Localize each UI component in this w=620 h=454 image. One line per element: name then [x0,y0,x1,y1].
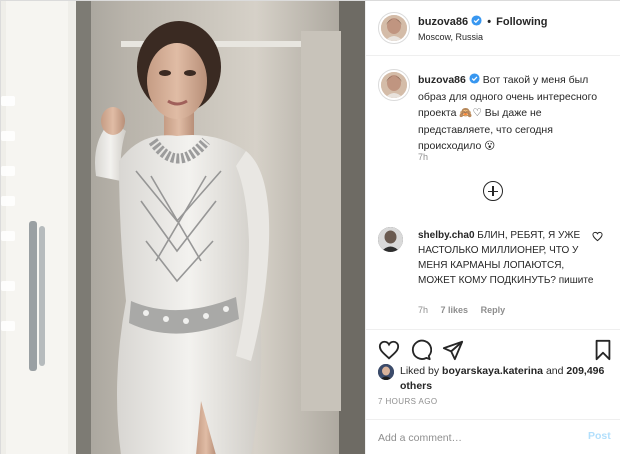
comment-username[interactable]: shelby.cha0 [418,230,475,241]
comment-icon[interactable] [410,339,433,361]
post-photo[interactable] [1,1,365,454]
paper-plane-icon[interactable] [442,339,464,361]
caption-avatar[interactable] [378,69,410,101]
verified-badge-icon [471,15,482,26]
post-image [1,1,365,454]
post-caption: buzova86 Вот такой у меня был образ для … [418,72,614,155]
post-header: buzova86 • Following Moscow, Russia [366,1,620,56]
comment-time[interactable]: 7h [418,305,428,315]
comments-section: buzova86 Вот такой у меня был образ для … [366,57,620,329]
liked-and: and [545,365,564,377]
caption-username[interactable]: buzova86 [418,74,466,86]
post-comment-button[interactable]: Post [588,430,611,442]
author-avatar[interactable] [378,12,410,44]
bookmark-icon[interactable] [592,339,614,361]
post-timestamp[interactable]: 7 HOURS AGO [378,397,438,406]
load-more-comments-icon[interactable] [483,181,503,201]
post-sidebar: buzova86 • Following Moscow, Russia buzo… [365,1,620,454]
add-comment-bar: Post [366,419,620,454]
comment-like-heart-icon[interactable] [592,231,603,242]
author-line: buzova86 • Following [418,15,547,28]
instagram-post: buzova86 • Following Moscow, Russia buzo… [0,0,620,454]
following-button[interactable]: Following [496,16,547,28]
comment-input[interactable] [378,429,568,447]
reply-button[interactable]: Reply [481,305,506,315]
comment-likes[interactable]: 7 likes [441,305,469,315]
author-username[interactable]: buzova86 [418,16,468,28]
liker-avatar[interactable] [378,364,394,380]
comment-meta: 7h 7 likes Reply [418,305,515,315]
post-location[interactable]: Moscow, Russia [418,32,483,42]
action-bar [366,329,620,365]
heart-icon[interactable] [378,339,400,361]
comment-body: shelby.cha0 БЛИН, РЕБЯТ, Я УЖЕ НАСТОЛЬКО… [418,228,596,288]
commenter-avatar[interactable] [378,227,403,252]
separator-dot: • [487,16,492,28]
caption-time[interactable]: 7h [418,152,428,162]
liked-by-prefix: Liked by [400,365,440,377]
verified-badge-icon [469,73,480,84]
liker-username[interactable]: boyarskaya.katerina [442,365,543,377]
